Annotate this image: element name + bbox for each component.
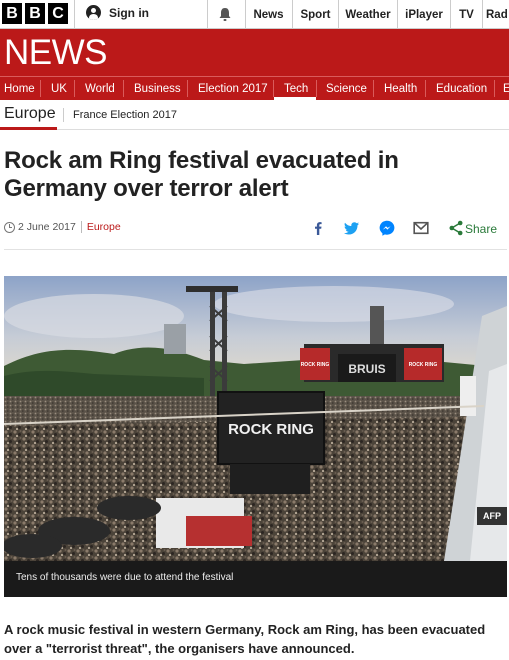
photo-caption: Tens of thousands were due to attend the… xyxy=(4,561,507,597)
divider xyxy=(4,249,507,250)
bbc-logo-letter: C xyxy=(48,3,68,24)
divider xyxy=(40,80,41,97)
bell-icon[interactable] xyxy=(217,7,233,22)
divider xyxy=(373,80,374,97)
stage-screen-text: BRUIS xyxy=(348,362,385,376)
nav-radio[interactable]: Rad xyxy=(486,0,509,29)
news-header: NEWS xyxy=(0,29,509,76)
email-icon[interactable] xyxy=(411,218,431,238)
festival-crowd-photo: BRUIS ROCK RING ROCK RING ROCK RING xyxy=(4,276,507,561)
nav-news[interactable]: News xyxy=(246,0,291,29)
nav-iplayer[interactable]: iPlayer xyxy=(398,0,450,29)
share-button[interactable]: Share xyxy=(465,222,497,236)
share-icon[interactable] xyxy=(446,218,466,238)
section-education[interactable]: Education xyxy=(436,77,487,100)
sub-nav: Europe France Election 2017 xyxy=(0,100,509,130)
divider xyxy=(63,108,64,122)
photo-caption-text: Tens of thousands were due to attend the… xyxy=(16,572,234,583)
article-lede: A rock music festival in western Germany… xyxy=(4,622,486,656)
section-uk[interactable]: UK xyxy=(51,77,67,100)
stage-banner-left: ROCK RING xyxy=(301,362,330,368)
article-image: BRUIS ROCK RING ROCK RING ROCK RING AFP xyxy=(4,276,507,561)
divider xyxy=(123,80,124,97)
stage-banner-right: ROCK RING xyxy=(409,362,438,368)
section-world[interactable]: World xyxy=(85,77,115,100)
divider xyxy=(273,80,274,97)
rock-am-ring-sign: ROCK RING xyxy=(228,421,314,438)
twitter-icon[interactable] xyxy=(342,218,362,238)
section-home[interactable]: Home xyxy=(4,77,35,100)
photo-credit: AFP xyxy=(477,507,507,525)
bbc-logo-letter: B xyxy=(2,3,22,24)
section-election-2017[interactable]: Election 2017 xyxy=(198,77,268,100)
facebook-icon[interactable] xyxy=(308,218,328,238)
bbc-logo-letter: B xyxy=(25,3,45,24)
divider xyxy=(425,80,426,97)
divider xyxy=(74,80,75,97)
subnav-current-europe[interactable]: Europe xyxy=(4,105,56,123)
nav-sport[interactable]: Sport xyxy=(293,0,338,29)
top-bar: B B C Sign in News Sport Weather iPlayer… xyxy=(0,0,509,29)
divider xyxy=(187,80,188,97)
user-icon xyxy=(86,5,101,20)
news-logo[interactable]: NEWS xyxy=(4,33,108,73)
sign-in-label: Sign in xyxy=(109,5,149,20)
divider xyxy=(74,0,75,29)
article-headline: Rock am Ring festival evacuated in Germa… xyxy=(4,147,399,202)
nav-tv[interactable]: TV xyxy=(451,0,482,29)
section-overflow[interactable]: E xyxy=(503,77,509,100)
divider xyxy=(494,80,495,97)
section-business[interactable]: Business xyxy=(134,77,181,100)
sign-in-link[interactable]: Sign in xyxy=(86,5,149,20)
divider xyxy=(316,80,317,97)
section-nav: Home UK World Business Election 2017 Tec… xyxy=(0,76,509,101)
messenger-icon[interactable] xyxy=(377,218,397,238)
divider xyxy=(207,0,208,29)
subnav-france-election[interactable]: France Election 2017 xyxy=(73,109,177,121)
share-tools xyxy=(0,218,509,238)
subnav-active-indicator xyxy=(0,127,57,130)
nav-weather[interactable]: Weather xyxy=(339,0,397,29)
bbc-logo[interactable]: B B C xyxy=(2,3,68,24)
divider xyxy=(482,0,483,29)
section-health[interactable]: Health xyxy=(384,77,417,100)
section-science[interactable]: Science xyxy=(326,77,367,100)
